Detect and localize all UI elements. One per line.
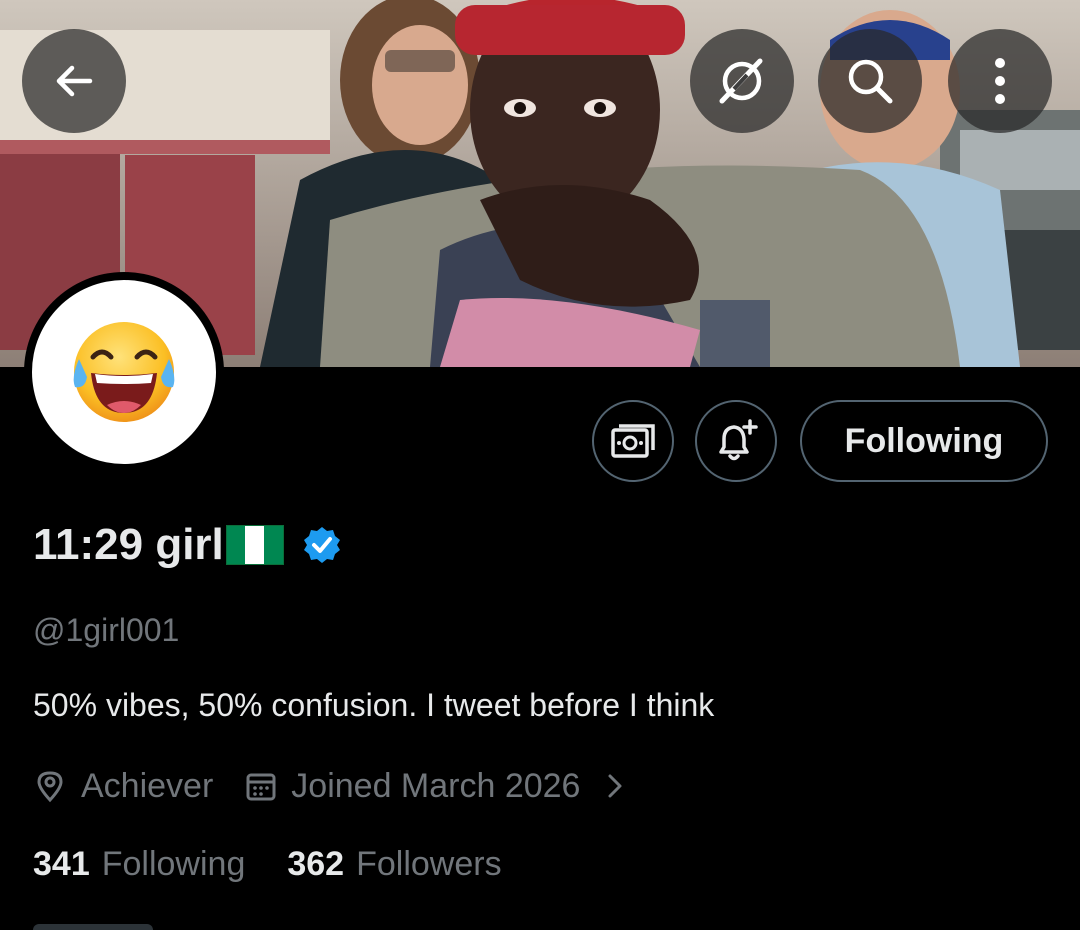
followers-you-know-avatars[interactable] bbox=[33, 924, 153, 930]
notifications-button[interactable] bbox=[695, 400, 777, 482]
location-text: Achiever bbox=[81, 766, 214, 805]
followers-link[interactable]: 362 Followers bbox=[287, 845, 501, 884]
calendar-icon bbox=[246, 773, 276, 801]
more-vertical-icon bbox=[995, 58, 1005, 104]
back-button[interactable] bbox=[22, 29, 126, 133]
more-options-button[interactable] bbox=[948, 29, 1052, 133]
user-handle: @1girl001 bbox=[33, 612, 180, 648]
following-label: Following bbox=[101, 844, 246, 883]
display-name: 11:29 girl bbox=[33, 520, 224, 569]
search-icon bbox=[848, 59, 893, 104]
nigeria-flag-icon bbox=[225, 525, 284, 565]
follow-stats: 341 Following 362 Followers bbox=[33, 842, 502, 886]
tip-button[interactable] bbox=[592, 400, 674, 482]
joined-date[interactable]: Joined March 2026 bbox=[245, 767, 624, 806]
following-button[interactable]: Following bbox=[800, 400, 1048, 482]
location: Achiever bbox=[33, 767, 213, 806]
notification-bell-plus-icon bbox=[719, 419, 758, 461]
bio: 50% vibes, 50% confusion. I tweet before… bbox=[33, 687, 715, 723]
following-link[interactable]: 341 Following bbox=[33, 845, 245, 884]
following-count: 341 bbox=[33, 844, 90, 883]
followers-label: Followers bbox=[356, 844, 502, 883]
verified-badge-icon[interactable] bbox=[302, 525, 342, 565]
arrow-left-icon bbox=[56, 65, 93, 97]
display-name-row: 11:29 girl bbox=[33, 515, 342, 575]
followers-count: 362 bbox=[287, 844, 345, 883]
profile-meta: Achiever Joined March 2026 bbox=[33, 763, 624, 809]
avatar[interactable] bbox=[24, 272, 224, 472]
chevron-right-icon bbox=[608, 774, 622, 798]
grok-button[interactable] bbox=[690, 29, 794, 133]
grok-icon bbox=[719, 58, 763, 104]
avatar-image bbox=[32, 280, 216, 464]
search-button[interactable] bbox=[818, 29, 922, 133]
location-pin-icon bbox=[37, 771, 63, 803]
money-icon bbox=[611, 424, 655, 458]
joined-text: Joined March 2026 bbox=[291, 766, 581, 805]
laughing-emoji-icon bbox=[73, 322, 175, 422]
